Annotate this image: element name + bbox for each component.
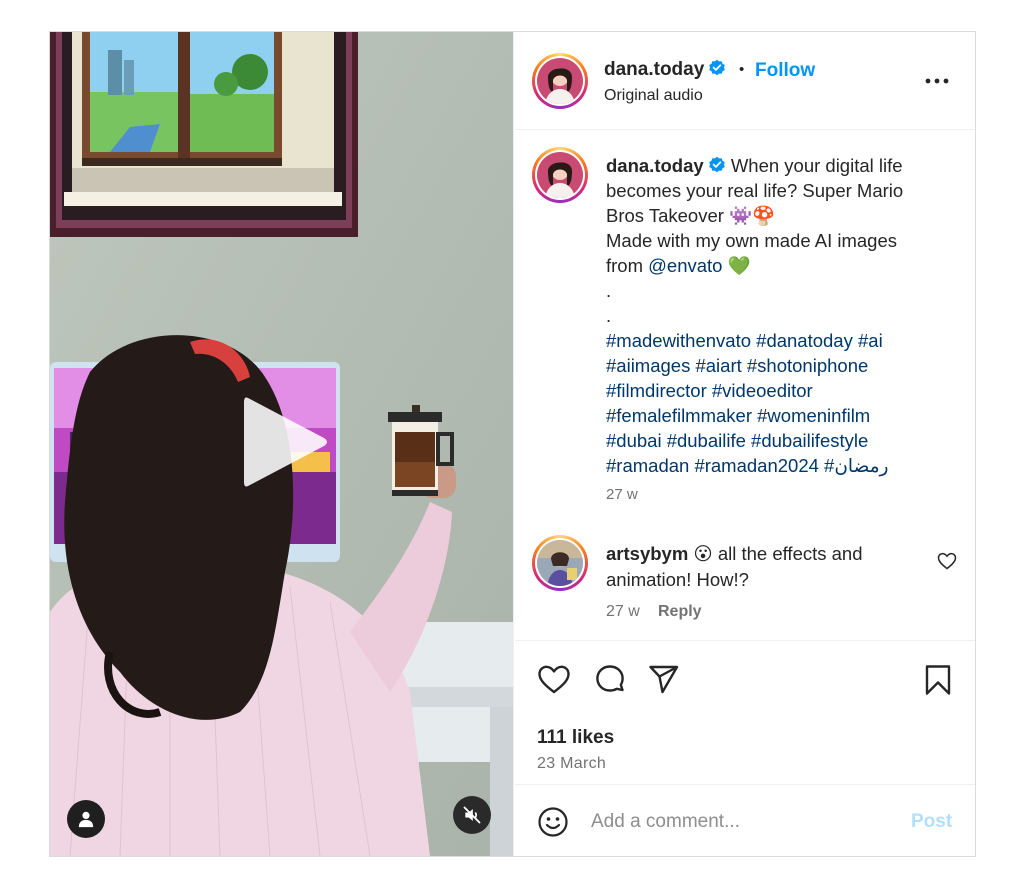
instagram-post: dana.today • Follow Original audio dana.… xyxy=(49,31,976,857)
post-date: 23 March xyxy=(537,755,607,772)
caption-text: from xyxy=(606,255,649,276)
post-comment-button[interactable]: Post xyxy=(911,811,952,833)
share-button[interactable] xyxy=(647,663,681,697)
comment-input[interactable] xyxy=(591,807,891,837)
caption-author-avatar[interactable] xyxy=(532,147,588,203)
verified-badge-icon xyxy=(709,59,726,76)
comment-text: animation! How!? xyxy=(606,569,749,590)
speaker-muted-icon xyxy=(463,806,481,824)
author-username-text: dana.today xyxy=(604,59,705,80)
commenter-avatar[interactable] xyxy=(532,535,588,591)
post-details-panel: dana.today • Follow Original audio dana.… xyxy=(515,32,975,856)
bookmark-icon xyxy=(925,665,951,695)
emoji-picker-button[interactable] xyxy=(537,806,569,838)
hashtag-links[interactable]: #ramadan #ramadan2024 #رمضان xyxy=(606,453,941,478)
smiley-icon xyxy=(538,807,568,837)
follow-button[interactable]: Follow xyxy=(755,60,815,82)
more-horizontal-icon xyxy=(925,78,949,84)
comment-like-button[interactable] xyxy=(937,552,957,570)
reply-button[interactable]: Reply xyxy=(658,603,702,621)
hashtag-links[interactable]: #femalefilmmaker #womeninfilm xyxy=(606,403,941,428)
caption-dot: . xyxy=(606,280,612,301)
author-avatar[interactable] xyxy=(532,53,588,109)
hashtag-links[interactable]: #aiimages #aiart #shotoniphone xyxy=(606,353,941,378)
caption-emoji: 💚 xyxy=(722,255,751,276)
author-username[interactable]: dana.today xyxy=(604,59,726,81)
verified-badge-icon xyxy=(708,156,725,173)
mention-link[interactable]: @envato xyxy=(648,255,722,276)
post-actions: 111 likes 23 March xyxy=(515,640,975,785)
like-button[interactable] xyxy=(537,663,571,697)
post-video[interactable] xyxy=(50,32,514,856)
caption-text: When your digital life xyxy=(730,155,903,176)
likes-count[interactable]: 111 likes xyxy=(537,727,614,749)
tagged-users-button[interactable] xyxy=(67,800,105,838)
original-audio-link[interactable]: Original audio xyxy=(604,87,703,105)
hashtag-links[interactable]: #filmdirector #videoeditor xyxy=(606,378,941,403)
paper-plane-icon xyxy=(649,665,679,694)
caption-text: becomes your real life? Super Mario xyxy=(606,180,904,201)
caption-username[interactable]: dana.today xyxy=(606,155,704,176)
comment-text: 😮 all the effects and xyxy=(693,543,863,564)
heart-icon xyxy=(538,665,570,694)
add-comment-bar: Post xyxy=(515,784,975,856)
hashtag-links[interactable]: #madewithenvato #danatoday #ai xyxy=(606,328,941,353)
caption-dot: . xyxy=(606,305,612,326)
commenter-avatar-image xyxy=(537,540,583,586)
comment-bubble-icon xyxy=(596,665,624,692)
comment-button[interactable] xyxy=(593,663,627,697)
header-separator: • xyxy=(739,61,745,78)
post-caption: dana.today When your digital life become… xyxy=(606,153,941,478)
caption-text: Made with my own made AI images xyxy=(606,230,897,251)
author-avatar-image xyxy=(537,58,583,104)
mute-button[interactable] xyxy=(453,796,491,834)
caption-text: Bros Takeover 👾🍄 xyxy=(606,205,776,226)
heart-outline-icon xyxy=(937,552,957,570)
post-header: dana.today • Follow Original audio xyxy=(515,32,975,130)
commenter-username[interactable]: artsybym xyxy=(606,543,688,564)
play-button[interactable] xyxy=(240,392,330,492)
caption-avatar-image xyxy=(537,152,583,198)
play-icon xyxy=(244,397,327,487)
comment: artsybym 😮 all the effects and animation… xyxy=(606,541,906,593)
caption-timestamp[interactable]: 27 w xyxy=(606,486,638,503)
more-options-button[interactable] xyxy=(924,70,950,90)
save-button[interactable] xyxy=(921,663,955,697)
user-icon xyxy=(78,811,94,828)
comment-timestamp[interactable]: 27 w xyxy=(606,603,640,621)
hashtag-links[interactable]: #dubai #dubailife #dubailifestyle xyxy=(606,428,941,453)
